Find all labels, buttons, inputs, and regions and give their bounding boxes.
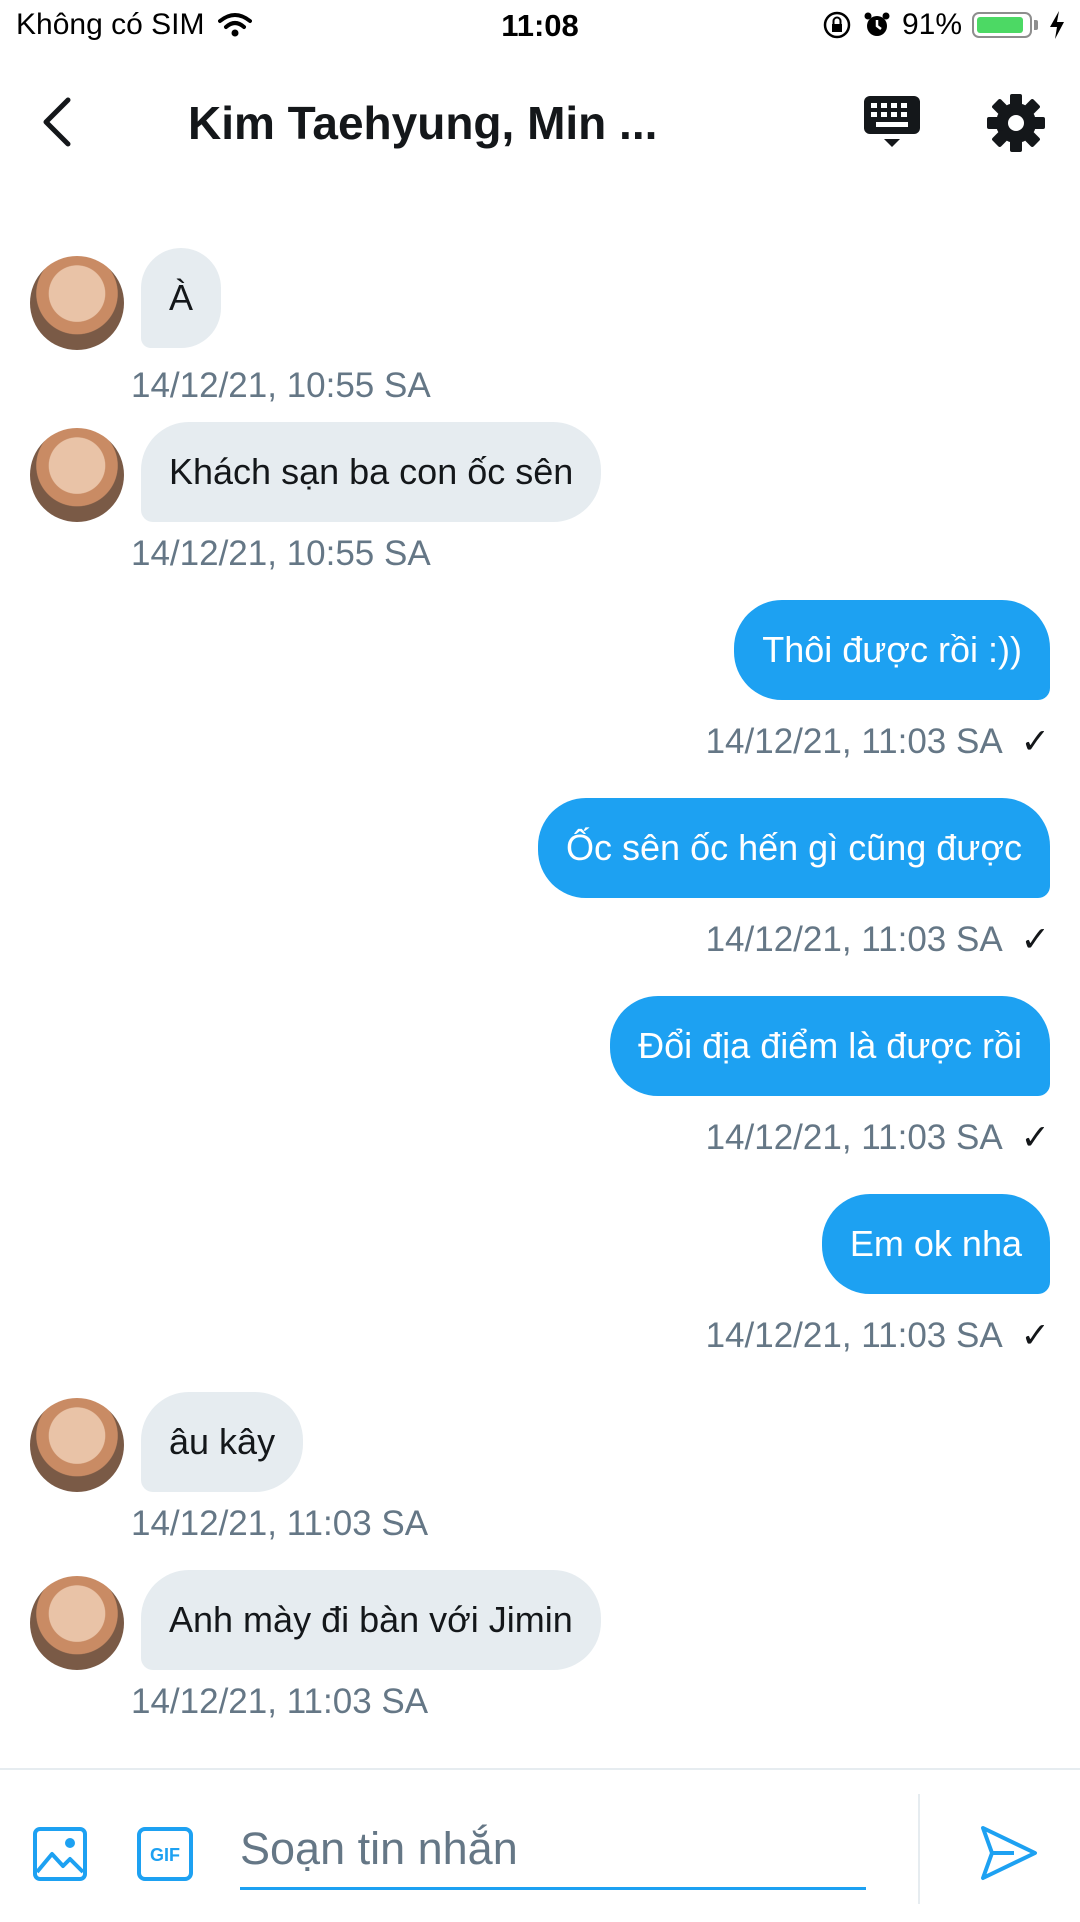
- avatar[interactable]: [30, 1576, 124, 1670]
- battery-icon: [972, 12, 1032, 38]
- battery-fill: [977, 17, 1023, 33]
- message-composer: GIF: [0, 1768, 1080, 1922]
- message-bubble[interactable]: âu kây: [141, 1392, 304, 1492]
- gif-label: GIF: [150, 1845, 180, 1865]
- sent-check-icon: ✓: [1020, 1118, 1050, 1157]
- battery-percent: 91%: [901, 8, 962, 41]
- conversation-header: Kim Taehyung, Min ...: [0, 70, 1080, 180]
- message-timestamp: 14/12/21, 11:03 SA: [131, 1504, 429, 1543]
- avatar[interactable]: [30, 428, 124, 522]
- conversation-title[interactable]: Kim Taehyung, Min ...: [188, 96, 657, 150]
- message-timestamp: 14/12/21, 11:03 SA: [705, 1316, 1003, 1355]
- gear-icon[interactable]: [985, 92, 1047, 154]
- message-bubble[interactable]: Đổi địa điểm là được rồi: [610, 996, 1050, 1096]
- alarm-icon: [864, 12, 890, 36]
- status-right-group: 91%: [822, 8, 1066, 42]
- message-timestamp: 14/12/21, 11:03 SA: [705, 1118, 1003, 1157]
- sent-check-icon: ✓: [1020, 722, 1050, 761]
- avatar[interactable]: [30, 256, 124, 350]
- message-bubble[interactable]: Khách sạn ba con ốc sên: [141, 422, 602, 522]
- message-bubble[interactable]: Anh mày đi bàn với Jimin: [141, 1570, 601, 1670]
- message-timestamp: 14/12/21, 11:03 SA: [705, 722, 1003, 761]
- back-icon[interactable]: [30, 92, 90, 152]
- message-timestamp: 14/12/21, 10:55 SA: [131, 534, 431, 573]
- message-meta: 14/12/21, 11:03 SA ✓: [706, 1118, 1050, 1158]
- message-input[interactable]: [240, 1810, 866, 1890]
- message-meta: 14/12/21, 11:03 SA ✓: [706, 920, 1050, 960]
- sent-check-icon: ✓: [1020, 920, 1050, 959]
- image-icon[interactable]: [32, 1826, 88, 1882]
- message-timestamp: 14/12/21, 11:03 SA: [131, 1682, 429, 1721]
- gif-icon[interactable]: GIF: [136, 1826, 194, 1882]
- charging-icon: [1050, 11, 1064, 39]
- message-timestamp: 14/12/21, 11:03 SA: [705, 920, 1003, 959]
- keyboard-icon[interactable]: [862, 92, 922, 152]
- send-icon[interactable]: [978, 1822, 1040, 1884]
- composer-divider: [918, 1794, 920, 1904]
- message-bubble[interactable]: À: [141, 248, 222, 348]
- message-bubble[interactable]: Thôi được rồi :)): [734, 600, 1050, 700]
- message-bubble[interactable]: Em ok nha: [821, 1194, 1050, 1294]
- message-meta: 14/12/21, 11:03 SA ✓: [706, 1316, 1050, 1356]
- sent-check-icon: ✓: [1020, 1316, 1050, 1355]
- status-bar: Không có SIM 11:08 91%: [0, 0, 1080, 54]
- message-meta: 14/12/21, 11:03 SA ✓: [706, 722, 1050, 762]
- avatar[interactable]: [30, 1398, 124, 1492]
- rotation-lock-icon: [823, 11, 851, 39]
- battery-nub: [1034, 20, 1038, 30]
- message-list[interactable]: À 14/12/21, 10:55 SA Khách sạn ba con ốc…: [0, 190, 1080, 1760]
- message-bubble[interactable]: Ốc sên ốc hến gì cũng được: [538, 798, 1050, 898]
- message-timestamp: 14/12/21, 10:55 SA: [131, 366, 431, 405]
